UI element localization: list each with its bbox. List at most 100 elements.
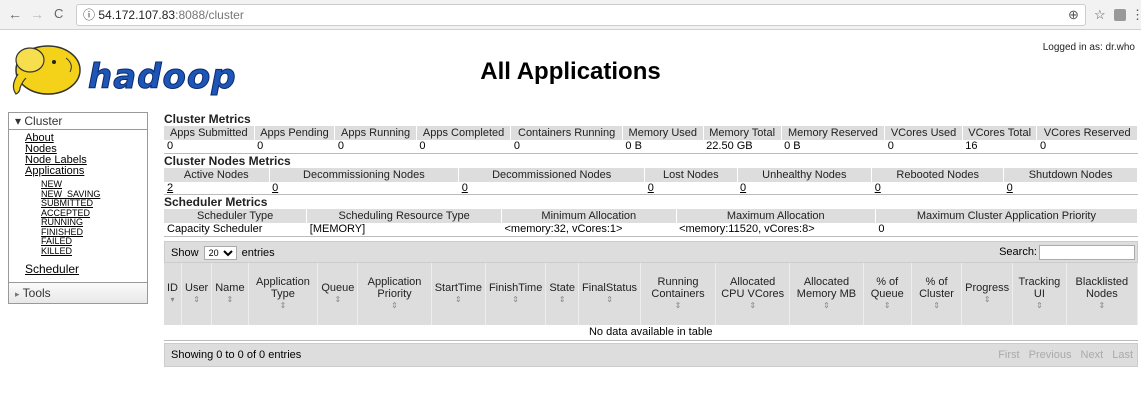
logged-in-text: Logged in as: dr.who xyxy=(1042,42,1135,53)
column-header-user[interactable]: User ⇕ xyxy=(181,262,213,325)
column-header-of-cluster[interactable]: % of Cluster ⇕ xyxy=(911,262,963,325)
cluster-metrics-header-apps-submitted: Apps Submitted xyxy=(164,126,255,140)
sort-desc-icon: ▾ xyxy=(170,294,175,304)
cluster-metrics-header-memory-used: Memory Used xyxy=(622,126,704,140)
column-label: Running Containers xyxy=(651,275,705,300)
cluster-metrics-value-apps-completed: 0 xyxy=(416,140,511,154)
cluster-metrics-value-memory-total: 22.50 GB xyxy=(703,140,782,154)
column-header-name[interactable]: Name ⇕ xyxy=(211,262,249,325)
app-state-finished[interactable]: FINISHED xyxy=(9,227,147,238)
node-metrics-header-decommissioned-nodes: Decommissioned Nodes xyxy=(458,167,646,182)
menu-icon[interactable]: ⋮ xyxy=(1131,7,1141,23)
entries-select[interactable]: 20 xyxy=(203,245,237,260)
cluster-metrics-header-vcores-reserved: VCores Reserved xyxy=(1036,126,1138,140)
scheduler-metrics-header-minimum-allocation: Minimum Allocation xyxy=(501,209,677,223)
pager-last-button[interactable]: Last xyxy=(1112,349,1133,361)
node-metrics-value-row: 2000000 xyxy=(164,181,1138,195)
bookmark-star-icon[interactable]: ☆ xyxy=(1094,7,1106,23)
cluster-metrics-value-apps-submitted: 0 xyxy=(164,140,255,154)
column-header-queue[interactable]: Queue ⇕ xyxy=(317,262,359,325)
node-metrics-value-decommissioned-nodes[interactable]: 0 xyxy=(458,181,645,195)
column-label: State xyxy=(549,281,576,294)
sidebar-link-applications[interactable]: Applications xyxy=(9,166,147,177)
node-metrics-value-lost-nodes[interactable]: 0 xyxy=(644,181,738,195)
column-header-progress[interactable]: Progress ⇕ xyxy=(961,262,1014,325)
sort-icon: ⇕ xyxy=(823,300,830,310)
column-header-allocated-cpu-vcores[interactable]: Allocated CPU VCores ⇕ xyxy=(715,262,791,325)
column-header-of-queue[interactable]: % of Queue ⇕ xyxy=(863,262,912,325)
column-label: % of Queue xyxy=(870,275,904,300)
cluster-metrics-value-row: 000000 B 22.50 GB 0 B 0 16 0 xyxy=(164,140,1138,154)
node-metrics-header-active-nodes: Active Nodes xyxy=(164,167,270,182)
cluster-metrics-value-containers-running: 0 xyxy=(510,140,623,154)
tools-section-header[interactable]: ▸ Tools xyxy=(8,282,148,304)
cluster-metrics-header-memory-reserved: Memory Reserved xyxy=(781,126,886,140)
cluster-metrics-header-apps-completed: Apps Completed xyxy=(416,126,512,140)
url-path: :8088/cluster xyxy=(175,8,244,22)
node-metrics-value-rebooted-nodes[interactable]: 0 xyxy=(871,181,1004,195)
column-header-finalstatus[interactable]: FinalStatus ⇕ xyxy=(578,262,642,325)
reload-icon[interactable]: C xyxy=(54,6,63,21)
sort-icon: ⇕ xyxy=(279,300,287,310)
column-label: Application Type xyxy=(256,275,310,300)
cluster-metrics-value-vcores-used: 0 xyxy=(884,140,963,154)
column-header-finishtime[interactable]: FinishTime ⇕ xyxy=(485,262,547,325)
cluster-metrics-value-apps-pending: 0 xyxy=(254,140,335,154)
node-metrics-value-decommissioning-nodes[interactable]: 0 xyxy=(269,181,459,195)
scheduler-metrics-table: Scheduler Type Scheduling Resource Type Mi… xyxy=(164,209,1139,237)
column-header-allocated-memory-mb[interactable]: Allocated Memory MB ⇕ xyxy=(789,262,864,325)
node-metrics-title: Cluster Nodes Metrics xyxy=(164,153,291,168)
cluster-metrics-value-apps-running: 0 xyxy=(334,140,417,154)
cluster-section-body: About Nodes Node Labels Applications NEW… xyxy=(8,130,148,282)
scheduler-metrics-value-minimum-allocation: <memory:32, vCores:1> xyxy=(501,223,677,237)
pager-previous-button[interactable]: Previous xyxy=(1029,349,1072,361)
browser-toolbar: ← → C ⓘ 54.172.107.83:8088/cluster ⊕ ☆ ⋮ xyxy=(0,0,1141,30)
column-label: FinishTime xyxy=(488,281,543,294)
applications-table: ID ▾ User ⇕ Name ⇕ Application Type ⇕ Queue ⇕ Appl… xyxy=(164,262,1139,341)
column-label: Application Priority xyxy=(367,275,422,300)
cluster-metrics-header-memory-total: Memory Total xyxy=(703,126,782,140)
cluster-section-header[interactable]: ▾ Cluster xyxy=(8,112,148,130)
extension-icon[interactable] xyxy=(1114,9,1126,21)
column-header-blacklisted-nodes[interactable]: Blacklisted Nodes ⇕ xyxy=(1066,262,1139,325)
sort-icon: ⇕ xyxy=(1098,300,1106,310)
address-bar[interactable]: ⓘ 54.172.107.83:8088/cluster xyxy=(76,4,1086,26)
cluster-metrics-value-vcores-total: 16 xyxy=(962,140,1037,154)
info-icon[interactable]: ⓘ xyxy=(83,8,95,22)
column-header-tracking-ui[interactable]: Tracking UI ⇕ xyxy=(1012,262,1067,325)
entries-label: entries xyxy=(241,246,275,259)
column-header-application-type[interactable]: Application Type ⇕ xyxy=(248,262,319,325)
pager-first-button[interactable]: First xyxy=(998,349,1019,361)
node-metrics-value-shutdown-nodes[interactable]: 0 xyxy=(1003,181,1138,195)
zoom-icon[interactable]: ⊕ xyxy=(1068,7,1079,23)
node-metrics-value-unhealthy-nodes[interactable]: 0 xyxy=(737,181,872,195)
apps-table-controls: Show 20 entries Search: xyxy=(164,240,1138,263)
cluster-metrics-value-memory-used: 0 B xyxy=(622,140,704,154)
column-header-starttime[interactable]: StartTime ⇕ xyxy=(431,262,486,325)
column-header-state[interactable]: State ⇕ xyxy=(545,262,580,325)
node-metrics-header-shutdown-nodes: Shutdown Nodes xyxy=(1003,167,1138,182)
app-state-killed[interactable]: KILLED xyxy=(9,246,147,257)
scheduler-metrics-title: Scheduler Metrics xyxy=(164,195,268,209)
table-info: Showing 0 to 0 of 0 entries xyxy=(171,349,302,361)
column-header-application-priority[interactable]: Application Priority ⇕ xyxy=(357,262,432,325)
collapse-down-icon: ▾ xyxy=(15,114,22,128)
forward-icon[interactable]: → xyxy=(30,6,44,22)
back-icon[interactable]: ← xyxy=(8,6,22,22)
page-title: All Applications xyxy=(480,58,661,85)
search-input[interactable] xyxy=(1039,244,1135,260)
sort-icon: ⇕ xyxy=(391,300,398,310)
app-state-failed[interactable]: FAILED xyxy=(9,236,147,247)
entries-length-control: Show 20 entries xyxy=(171,245,275,260)
pager-next-button[interactable]: Next xyxy=(1081,349,1104,361)
node-metrics-header-decommissioning-nodes: Decommissioning Nodes xyxy=(269,167,460,182)
scheduler-metrics-value-scheduler-type: Capacity Scheduler xyxy=(164,223,307,237)
node-metrics-header-unhealthy-nodes: Unhealthy Nodes xyxy=(737,167,873,182)
column-header-id[interactable]: ID ▾ xyxy=(164,262,182,325)
sidebar-link-scheduler[interactable]: Scheduler xyxy=(9,262,147,276)
sidebar: ▾ Cluster About Nodes Node Labels Applic… xyxy=(8,112,148,304)
node-metrics-value-active-nodes[interactable]: 2 xyxy=(164,181,270,195)
cluster-metrics-value-vcores-reserved: 0 xyxy=(1036,140,1138,154)
column-header-running-containers[interactable]: Running Containers ⇕ xyxy=(640,262,716,325)
cluster-label: Cluster xyxy=(24,114,63,128)
